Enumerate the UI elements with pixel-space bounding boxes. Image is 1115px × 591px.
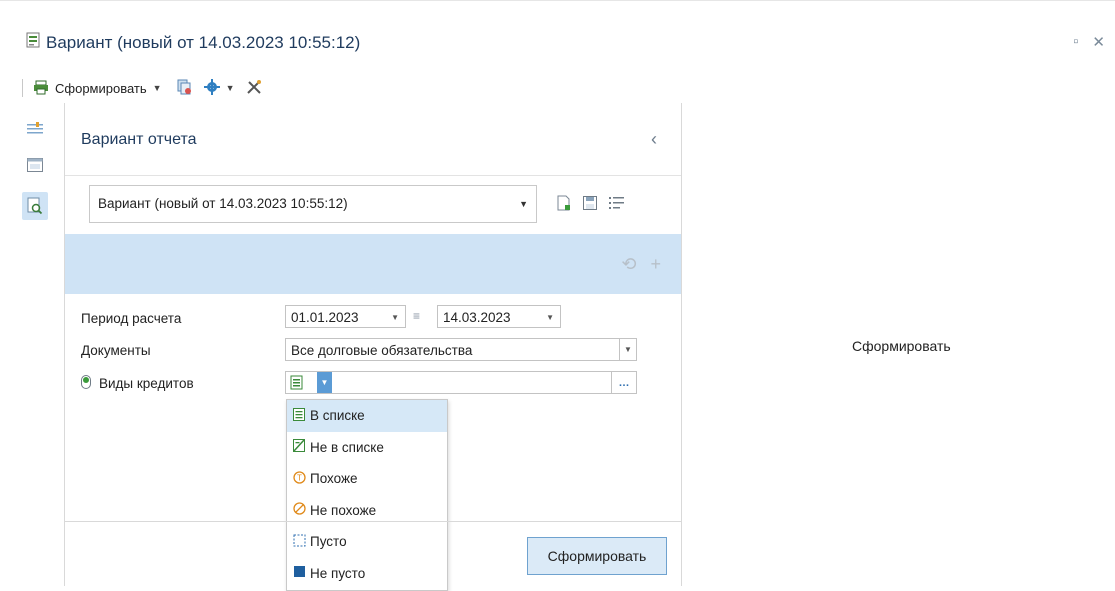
period-from-field[interactable]: 01.01.2023 ▼: [285, 305, 406, 328]
dropdown-item-not-empty[interactable]: Не пусто: [287, 558, 447, 590]
dropdown-item-label: Не в списке: [310, 439, 384, 455]
variant-list-icon[interactable]: [609, 196, 625, 213]
in-list-icon: [290, 375, 304, 393]
copy-report-icon[interactable]: [176, 79, 192, 98]
period-from-value: 01.01.2023: [291, 310, 359, 325]
documents-label: Документы: [81, 343, 151, 358]
top-border: [0, 0, 1115, 1]
svg-text:T: T: [297, 473, 302, 482]
toolbar-separator: [22, 79, 23, 97]
collapse-chevron-left-icon[interactable]: ‹: [651, 129, 657, 150]
form-report-submit-button[interactable]: Сформировать: [527, 537, 667, 575]
chevron-down-icon[interactable]: ▼: [226, 83, 235, 93]
ellipsis-button[interactable]: …: [611, 372, 636, 393]
parameters-icon[interactable]: [26, 120, 44, 138]
preview-placeholder-text: Сформировать: [852, 338, 951, 354]
condition-dropdown-list: В списке Не в списке T Похоже Не похоже …: [286, 399, 448, 591]
variant-select[interactable]: Вариант (новый от 14.03.2023 10:55:12) ▼: [89, 185, 537, 223]
printer-icon[interactable]: [33, 79, 49, 98]
chevron-down-icon[interactable]: ▼: [519, 199, 528, 209]
period-label: Период расчета: [81, 311, 182, 326]
credit-types-label: Виды кредитов: [99, 376, 194, 391]
footer-divider: [65, 521, 681, 522]
form-report-button[interactable]: Сформировать: [55, 81, 147, 96]
chevron-down-icon[interactable]: ▼: [546, 313, 554, 322]
panel-title: Вариант отчета: [81, 131, 197, 148]
toggle-indicator-icon[interactable]: [81, 375, 91, 392]
preview-report-icon[interactable]: [22, 192, 48, 220]
report-icon: [26, 32, 40, 53]
period-mode-icon[interactable]: ≡: [413, 309, 420, 323]
credit-types-row-label: Виды кредитов: [81, 375, 194, 392]
window-title: Вариант (новый от 14.03.2023 10:55:12): [26, 32, 360, 53]
save-icon[interactable]: [583, 196, 597, 213]
variant-toolbar-strip: ⟲ +: [65, 234, 681, 294]
gear-icon[interactable]: [203, 78, 220, 98]
not-like-icon: [293, 502, 306, 518]
like-icon: T: [293, 471, 306, 487]
tools-icon[interactable]: [246, 79, 262, 98]
variant-actions: [557, 195, 625, 214]
report-variant-panel: Вариант отчета ‹ Вариант (новый от 14.03…: [64, 103, 682, 591]
window-layout-icon[interactable]: [26, 156, 44, 174]
dropdown-item-label: Похоже: [310, 471, 358, 487]
new-variant-icon[interactable]: [557, 195, 571, 214]
variant-select-value: Вариант (новый от 14.03.2023 10:55:12): [98, 196, 348, 211]
strip-actions: ⟲ +: [621, 254, 661, 275]
dropdown-item-in-list[interactable]: В списке: [287, 400, 447, 432]
close-icon[interactable]: ✕: [1092, 33, 1105, 51]
in-list-icon: [293, 407, 306, 424]
dropdown-item-label: Не пусто: [310, 565, 366, 581]
not-in-list-icon: [293, 439, 306, 455]
period-to-value: 14.03.2023: [443, 310, 511, 325]
documents-value: Все долговые обязательства: [291, 343, 473, 358]
condition-dropdown-button[interactable]: ▼: [317, 372, 332, 393]
dropdown-item-label: Не похоже: [310, 502, 377, 518]
dropdown-item-label: В списке: [310, 408, 365, 424]
left-sidebar: [22, 120, 48, 220]
chevron-down-icon[interactable]: ▼: [391, 313, 399, 322]
toolbar: Сформировать ▼ ▼: [22, 78, 262, 98]
dropdown-item-not-in-list[interactable]: Не в списке: [287, 432, 447, 464]
add-icon[interactable]: +: [650, 254, 661, 275]
not-empty-icon: [293, 565, 306, 581]
empty-icon: [293, 534, 306, 550]
reset-icon[interactable]: ⟲: [621, 254, 636, 275]
chevron-down-icon[interactable]: ▼: [153, 83, 162, 93]
period-to-field[interactable]: 14.03.2023 ▼: [437, 305, 561, 328]
documents-select[interactable]: Все долговые обязательства ▼: [285, 338, 637, 361]
window-title-text: Вариант (новый от 14.03.2023 10:55:12): [46, 32, 361, 52]
chevron-down-icon[interactable]: ▼: [619, 339, 636, 360]
dropdown-item-label: Пусто: [310, 534, 347, 550]
dropdown-item-empty[interactable]: Пусто: [287, 526, 447, 558]
window-controls: ▫ ✕: [1073, 33, 1105, 51]
dropdown-item-like[interactable]: T Похоже: [287, 463, 447, 495]
panel-header: Вариант отчета ‹: [65, 103, 681, 176]
maximize-icon[interactable]: ▫: [1073, 33, 1078, 51]
credit-types-field[interactable]: ▼ …: [285, 371, 637, 394]
